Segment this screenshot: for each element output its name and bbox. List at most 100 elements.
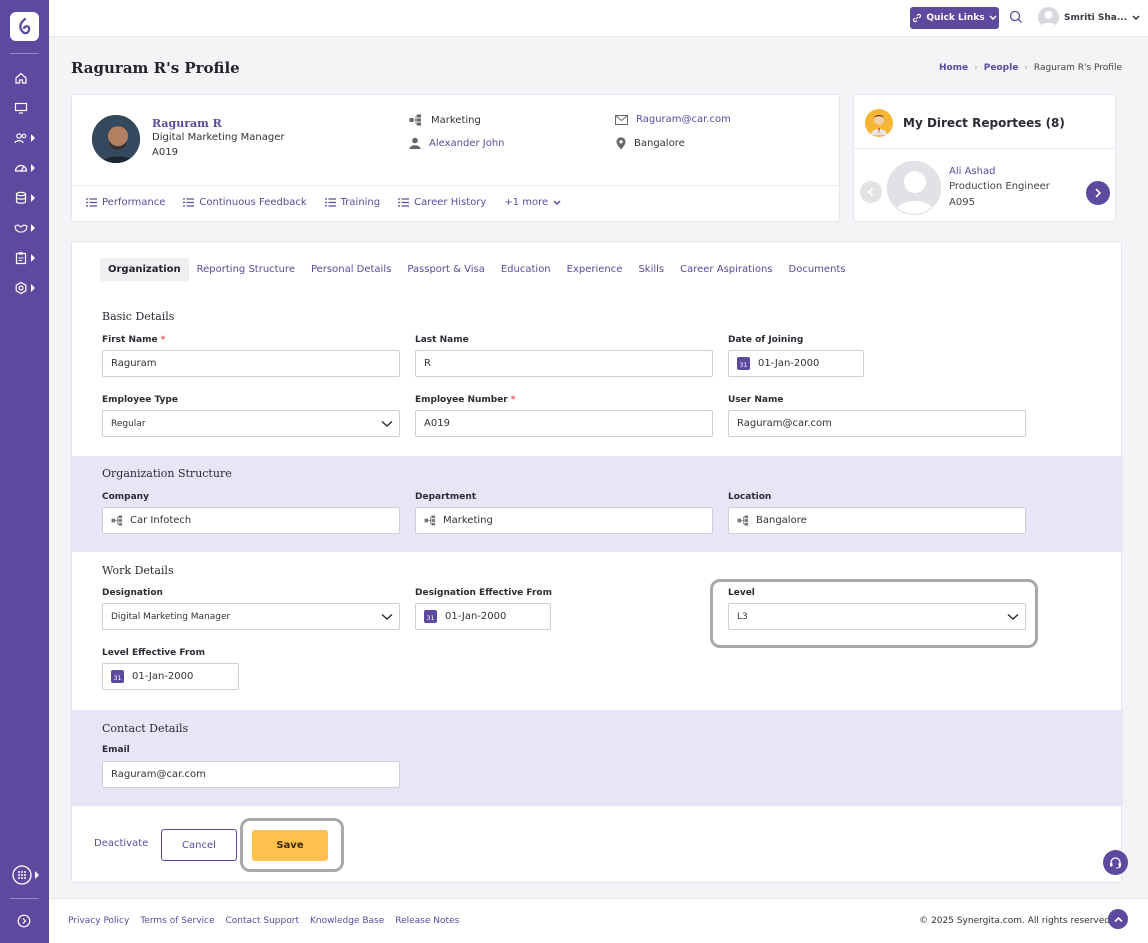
tab-organization[interactable]: Organization <box>100 258 189 281</box>
sidebar <box>0 0 49 943</box>
field-label: Company <box>102 492 149 502</box>
sidebar-item-handshake[interactable] <box>14 219 42 237</box>
breadcrumb: Home › People › Raguram R's Profile <box>939 63 1122 73</box>
org-tree-icon <box>424 515 437 526</box>
tab-experience[interactable]: Experience <box>559 258 631 281</box>
breadcrumb-separator: › <box>1024 63 1028 73</box>
sidebar-item-desktop[interactable] <box>14 99 42 117</box>
first-name-input[interactable]: Raguram <box>102 350 400 377</box>
date-of-joining-input[interactable]: 31 01-Jan-2000 <box>728 350 864 377</box>
chevron-down-icon <box>381 420 393 427</box>
field-label: Designation <box>102 588 163 598</box>
tab-career-aspirations[interactable]: Career Aspirations <box>672 258 780 281</box>
level-effective-date-input[interactable]: 31 01-Jan-2000 <box>102 663 239 690</box>
tab-education[interactable]: Education <box>493 258 559 281</box>
reportee-name[interactable]: Ali Ashad <box>949 166 995 177</box>
profile-quick-tabs: Performance Continuous Feedback Training… <box>86 197 561 208</box>
divider <box>72 185 839 186</box>
sidebar-item-database[interactable] <box>14 189 42 207</box>
reportee-code: A095 <box>949 197 975 208</box>
quick-tab-training[interactable]: Training <box>324 197 380 208</box>
calendar-icon: 31 <box>424 610 437 623</box>
department-input[interactable]: Marketing <box>415 507 713 534</box>
profile-name[interactable]: Raguram R <box>152 117 222 130</box>
profile-code: A019 <box>152 147 178 158</box>
sidebar-item-people[interactable] <box>14 129 42 147</box>
user-menu[interactable]: Smriti Sha... <box>1038 7 1140 28</box>
employee-number-input[interactable]: A019 <box>415 410 713 437</box>
field-label: Employee Number * <box>415 395 515 405</box>
basic-details-section: Basic Details First Name * Raguram Last N… <box>72 297 1123 452</box>
help-support-button[interactable] <box>1103 850 1128 875</box>
field-label: Last Name <box>415 335 469 345</box>
deactivate-button[interactable]: Deactivate <box>94 838 148 849</box>
company-value: Car Infotech <box>130 515 192 526</box>
quick-links-label: Quick Links <box>926 13 985 23</box>
footer-link-privacy[interactable]: Privacy Policy <box>68 916 129 926</box>
handshake-icon <box>14 224 28 233</box>
chevron-down-icon <box>553 199 561 205</box>
sidebar-item-home[interactable] <box>14 69 42 87</box>
scroll-top-button[interactable] <box>1108 909 1128 929</box>
tab-documents[interactable]: Documents <box>781 258 854 281</box>
sidebar-item-apps[interactable] <box>12 865 40 885</box>
quick-tab-more[interactable]: +1 more <box>504 197 561 208</box>
section-title: Basic Details <box>102 310 175 323</box>
quick-tab-continuous-feedback[interactable]: Continuous Feedback <box>183 197 307 208</box>
caret-right-icon <box>31 254 35 262</box>
caret-right-icon <box>31 164 35 172</box>
avatar <box>887 161 941 215</box>
gauge-icon <box>14 164 28 172</box>
reportees-prev-button[interactable] <box>860 181 882 203</box>
profile-card: Raguram R Digital Marketing Manager A019… <box>71 94 840 222</box>
company-input[interactable]: Car Infotech <box>102 507 400 534</box>
last-name-input[interactable]: R <box>415 350 713 377</box>
tab-passport-visa[interactable]: Passport & Visa <box>399 258 493 281</box>
employee-type-select[interactable]: Regular <box>102 410 400 437</box>
footer-links: Privacy Policy Terms of Service Contact … <box>68 916 459 926</box>
org-tree-icon <box>409 114 421 126</box>
sidebar-item-clipboard[interactable] <box>14 249 42 267</box>
designation-effective-date-input[interactable]: 31 01-Jan-2000 <box>415 603 551 630</box>
breadcrumb-people[interactable]: People <box>984 63 1019 73</box>
sidebar-expand[interactable] <box>17 912 45 930</box>
tab-skills[interactable]: Skills <box>630 258 672 281</box>
sidebar-divider <box>10 898 39 899</box>
designation-select[interactable]: Digital Marketing Manager <box>102 603 400 630</box>
reportees-next-button[interactable] <box>1086 181 1110 205</box>
footer-link-terms[interactable]: Terms of Service <box>140 916 214 926</box>
field-label: Level <box>728 588 755 598</box>
profile-email[interactable]: Raguram@car.com <box>615 114 731 125</box>
location-input[interactable]: Bangalore <box>728 507 1026 534</box>
profile-manager-text: Alexander John <box>429 137 505 149</box>
profile-manager[interactable]: Alexander John <box>409 137 505 149</box>
org-tree-icon <box>111 515 124 526</box>
quick-tab-label: Continuous Feedback <box>199 197 307 208</box>
footer-link-contact-support[interactable]: Contact Support <box>226 916 299 926</box>
field-label: User Name <box>728 395 784 405</box>
save-button[interactable]: Save <box>252 830 328 861</box>
footer-link-release-notes[interactable]: Release Notes <box>395 916 459 926</box>
apps-grid-icon <box>12 865 32 885</box>
email-field[interactable]: Raguram@car.com <box>102 761 400 788</box>
tab-reporting-structure[interactable]: Reporting Structure <box>189 258 303 281</box>
footer-link-knowledge-base[interactable]: Knowledge Base <box>310 916 384 926</box>
sidebar-item-dashboard[interactable] <box>14 159 42 177</box>
breadcrumb-home[interactable]: Home <box>939 63 968 73</box>
cancel-button[interactable]: Cancel <box>161 829 237 861</box>
select-value: Regular <box>111 418 146 429</box>
quick-links-button[interactable]: Quick Links <box>910 7 999 29</box>
search-button[interactable] <box>1009 10 1023 27</box>
quick-tab-performance[interactable]: Performance <box>86 197 165 208</box>
username-input[interactable]: Raguram@car.com <box>728 410 1026 437</box>
headset-icon <box>1110 857 1121 869</box>
calendar-icon: 31 <box>111 670 124 683</box>
contact-details-section: Contact Details Email Raguram@car.com <box>72 710 1123 806</box>
sidebar-item-settings[interactable] <box>14 279 42 297</box>
date-value: 01-Jan-2000 <box>132 671 194 682</box>
quick-tab-career-history[interactable]: Career History <box>398 197 486 208</box>
app-logo[interactable] <box>10 12 39 41</box>
calendar-icon: 31 <box>737 357 750 370</box>
tab-personal-details[interactable]: Personal Details <box>303 258 399 281</box>
level-select[interactable]: L3 <box>728 603 1026 630</box>
